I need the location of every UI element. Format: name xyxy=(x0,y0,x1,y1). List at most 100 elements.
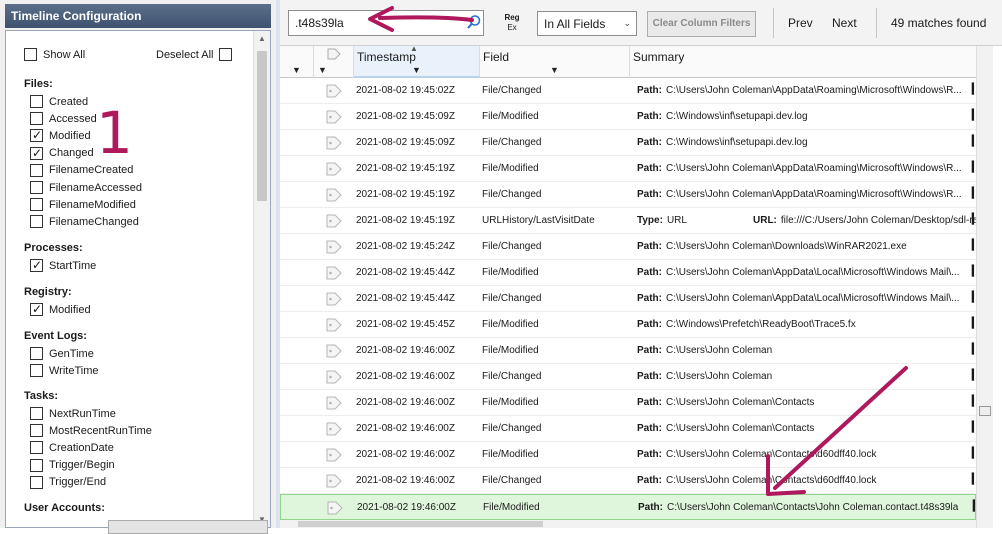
table-row[interactable]: 2021-08-02 19:45:09Z File/Changed Path: C:\… xyxy=(280,130,976,156)
grid-scroll-thumb[interactable] xyxy=(979,406,991,416)
option-checkbox[interactable] xyxy=(30,347,43,360)
grid-hscroll-thumb[interactable] xyxy=(298,521,543,527)
tag-icon[interactable] xyxy=(324,316,344,334)
table-row[interactable]: 2021-08-02 19:46:00Z File/Modified Path: C:… xyxy=(280,338,976,364)
table-row[interactable]: 2021-08-02 19:46:00Z File/Changed Path: C:\… xyxy=(280,468,976,494)
option-checkbox[interactable] xyxy=(30,163,43,177)
table-row[interactable]: 2021-08-02 19:45:19Z URLHistory/LastVisit… xyxy=(280,208,976,234)
panel-scroll-thumb[interactable] xyxy=(257,51,267,201)
tag-icon[interactable] xyxy=(325,499,345,517)
option-trigger-end[interactable]: Trigger/End xyxy=(30,475,106,489)
option-checkbox[interactable] xyxy=(30,475,43,489)
option-creationdate[interactable]: CreationDate xyxy=(30,441,114,455)
option-checkbox[interactable] xyxy=(30,302,43,316)
table-row[interactable]: 2021-08-02 19:46:00Z File/Changed Path: C:\… xyxy=(280,416,976,442)
table-row[interactable]: 2021-08-02 19:45:44Z File/Modified Path: C:… xyxy=(280,260,976,286)
regex-toggle-button[interactable]: Reg Ex xyxy=(502,13,522,33)
option-nextruntime[interactable]: NextRunTime xyxy=(30,407,116,420)
option-checkbox[interactable] xyxy=(30,215,43,229)
tag-icon[interactable] xyxy=(324,160,344,178)
tag-icon[interactable] xyxy=(324,238,344,256)
table-row[interactable]: 2021-08-02 19:45:02Z File/Changed Path: C:\… xyxy=(280,78,976,104)
option-checkbox[interactable] xyxy=(30,112,43,126)
tag-icon[interactable] xyxy=(324,186,344,204)
table-row[interactable]: 2021-08-02 19:46:00Z File/Changed Path: C:\… xyxy=(280,364,976,390)
grid-vertical-scrollbar[interactable] xyxy=(976,46,993,528)
column-header-tag[interactable]: ▼ xyxy=(314,46,354,78)
filter-icon[interactable]: ▼ xyxy=(412,65,421,75)
table-row[interactable]: 2021-08-02 19:45:44Z File/Changed Path: C:\… xyxy=(280,286,976,312)
deselect-all-option[interactable]: Deselect All xyxy=(156,48,233,61)
option-checkbox[interactable] xyxy=(30,424,43,438)
table-row[interactable]: 2021-08-02 19:46:00Z File/Modified Path: C:… xyxy=(280,442,976,468)
option-checkbox[interactable] xyxy=(30,181,43,194)
option-modified[interactable]: Modified xyxy=(30,302,91,316)
table-row[interactable]: 2021-08-02 19:45:45Z File/Modified Path: C:… xyxy=(280,312,976,338)
tag-icon[interactable] xyxy=(324,264,344,282)
column-header-summary[interactable]: Summary xyxy=(630,46,976,78)
filter-icon[interactable]: ▼ xyxy=(318,65,327,75)
clear-column-filters-button[interactable]: Clear Column Filters xyxy=(647,11,756,37)
option-checkbox[interactable] xyxy=(30,198,43,212)
option-label: Accessed xyxy=(49,112,97,125)
tag-icon[interactable] xyxy=(324,420,344,438)
option-checkbox[interactable] xyxy=(30,458,43,472)
timestamp-cell: 2021-08-02 19:46:00Z xyxy=(356,449,455,460)
summary-cell: Path: C:\Users\John Coleman\AppData\Roami… xyxy=(637,85,967,96)
option-checkbox[interactable] xyxy=(30,146,43,160)
option-accessed[interactable]: Accessed xyxy=(30,112,97,126)
option-checkbox[interactable] xyxy=(30,364,43,378)
option-filenameaccessed[interactable]: FilenameAccessed xyxy=(30,181,142,194)
tag-icon[interactable] xyxy=(324,82,344,100)
tag-icon[interactable] xyxy=(324,212,344,230)
tag-icon[interactable] xyxy=(324,472,344,490)
tag-icon[interactable] xyxy=(324,342,344,360)
tag-icon[interactable] xyxy=(324,368,344,386)
search-icon[interactable] xyxy=(466,14,482,30)
scroll-up-icon[interactable]: ▲ xyxy=(258,34,266,43)
summary-key: Path: xyxy=(637,293,662,304)
option-checkbox[interactable] xyxy=(30,407,43,420)
option-checkbox[interactable] xyxy=(30,441,43,455)
grid-horizontal-scrollbar[interactable] xyxy=(280,520,976,528)
option-starttime[interactable]: StartTime xyxy=(30,258,96,272)
column-header-timestamp[interactable]: ▲ Timestamp ▼ xyxy=(354,46,480,78)
option-checkbox[interactable] xyxy=(30,95,43,108)
option-changed[interactable]: Changed xyxy=(30,146,94,160)
option-modified[interactable]: Modified xyxy=(30,128,91,143)
table-row[interactable]: 2021-08-02 19:46:00Z File/Modified Path: C:… xyxy=(280,494,976,520)
prev-button[interactable]: Prev xyxy=(788,16,813,30)
option-created[interactable]: Created xyxy=(30,95,88,108)
tag-icon[interactable] xyxy=(324,108,344,126)
filter-icon[interactable]: ▼ xyxy=(550,65,559,75)
column-label-field: Field xyxy=(483,50,510,64)
table-row[interactable]: 2021-08-02 19:45:24Z File/Changed Path: C:\… xyxy=(280,234,976,260)
option-checkbox[interactable] xyxy=(30,128,43,143)
tag-icon[interactable] xyxy=(324,394,344,412)
option-trigger-begin[interactable]: Trigger/Begin xyxy=(30,458,115,472)
field-scope-select[interactable]: In All Fields ⌄ xyxy=(537,11,637,36)
next-button[interactable]: Next xyxy=(832,16,857,30)
tag-icon[interactable] xyxy=(324,446,344,464)
filter-icon[interactable]: ▼ xyxy=(292,65,301,75)
option-mostrecentruntime[interactable]: MostRecentRunTime xyxy=(30,424,152,438)
search-input[interactable]: .t48s39la xyxy=(288,10,484,36)
tag-icon[interactable] xyxy=(324,134,344,152)
table-row[interactable]: 2021-08-02 19:45:19Z File/Changed Path: C:\… xyxy=(280,182,976,208)
panel-bottom-button[interactable] xyxy=(108,520,268,534)
column-header-field[interactable]: Field ▼ xyxy=(480,46,630,78)
option-checkbox[interactable] xyxy=(30,258,43,272)
deselect-all-checkbox[interactable] xyxy=(219,48,233,61)
option-filenamemodified[interactable]: FilenameModified xyxy=(30,198,136,212)
table-row[interactable]: 2021-08-02 19:45:09Z File/Modified Path: C:… xyxy=(280,104,976,130)
show-all-option[interactable]: Show All xyxy=(24,48,85,61)
show-all-checkbox[interactable] xyxy=(24,48,37,61)
option-writetime[interactable]: WriteTime xyxy=(30,364,99,378)
table-row[interactable]: 2021-08-02 19:46:00Z File/Modified Path: C:… xyxy=(280,390,976,416)
option-filenamechanged[interactable]: FilenameChanged xyxy=(30,215,139,229)
tag-icon[interactable] xyxy=(324,290,344,308)
table-row[interactable]: 2021-08-02 19:45:19Z File/Modified Path: C:… xyxy=(280,156,976,182)
panel-scrollbar[interactable]: ▲ ▼ xyxy=(253,31,270,527)
option-gentime[interactable]: GenTime xyxy=(30,347,94,360)
column-header-filter[interactable]: ▼ xyxy=(280,46,314,78)
